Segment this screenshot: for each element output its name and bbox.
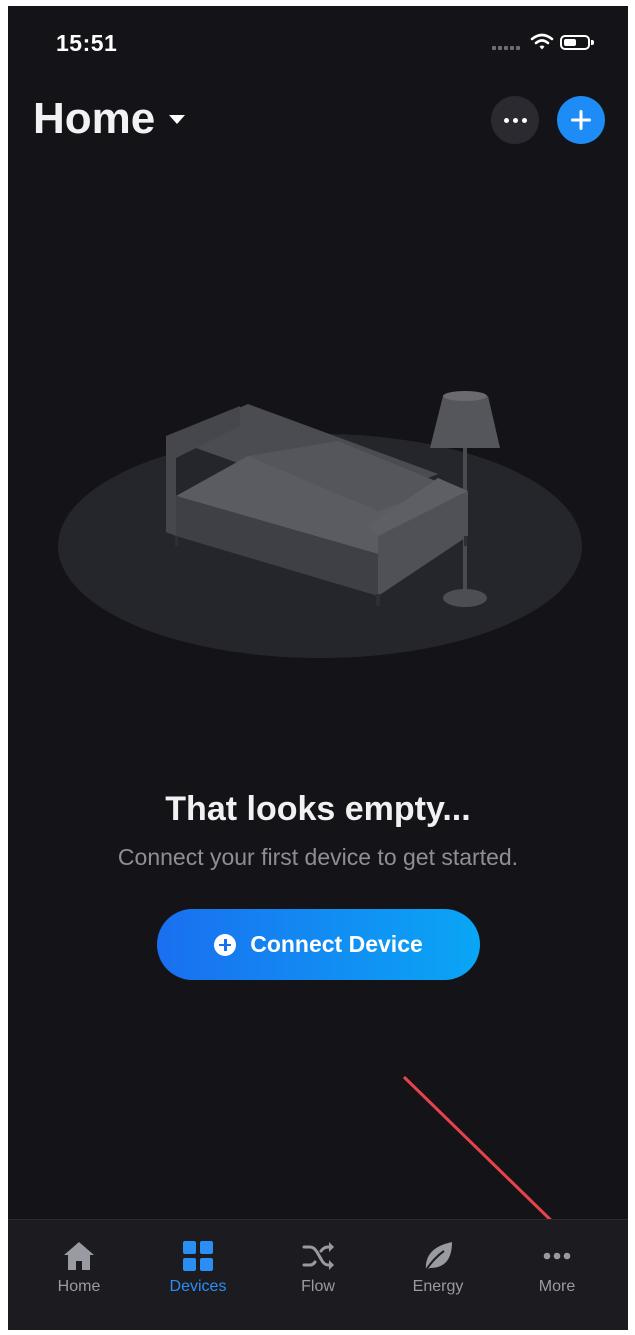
bottom-tab-bar: Home Devices Flow Energy More [8, 1219, 628, 1330]
tab-more[interactable]: More [497, 1220, 617, 1320]
wifi-icon [530, 33, 554, 50]
tab-home[interactable]: Home [19, 1220, 139, 1320]
tab-devices[interactable]: Devices [138, 1220, 258, 1320]
tab-label-more: More [538, 1278, 576, 1295]
battery-icon [560, 35, 594, 50]
empty-room-illustration [58, 391, 582, 658]
status-icons [492, 32, 602, 56]
plus-circle-icon [214, 933, 237, 956]
more-dots-icon [543, 1252, 571, 1260]
page-title: Home [33, 94, 156, 143]
tab-label-flow: Flow [301, 1278, 335, 1295]
empty-state-title: That looks empty... [165, 790, 471, 828]
tab-label-energy: Energy [412, 1278, 464, 1295]
leaf-icon [425, 1242, 452, 1271]
connect-device-label: Connect Device [250, 931, 423, 957]
shuffle-icon [302, 1242, 334, 1270]
signal-icon [492, 46, 522, 50]
home-selector[interactable]: Home [33, 94, 186, 144]
empty-state-subtitle: Connect your first device to get started… [117, 844, 519, 870]
tab-energy[interactable]: Energy [378, 1220, 498, 1320]
tab-label-home: Home [57, 1278, 101, 1295]
connect-device-button[interactable]: Connect Device [157, 909, 480, 980]
tab-label-devices: Devices [169, 1278, 227, 1295]
status-time: 15:51 [56, 30, 118, 56]
home-icon [64, 1242, 94, 1270]
more-options-button[interactable] [491, 96, 539, 144]
more-dots-icon [503, 117, 527, 123]
grid-icon [183, 1241, 213, 1271]
app-screen: 15:51 Home That looks empty... Connect y… [8, 6, 628, 1330]
chevron-down-icon [169, 114, 186, 124]
plus-icon [571, 110, 591, 130]
add-button[interactable] [557, 96, 605, 144]
tab-flow[interactable]: Flow [258, 1220, 378, 1320]
